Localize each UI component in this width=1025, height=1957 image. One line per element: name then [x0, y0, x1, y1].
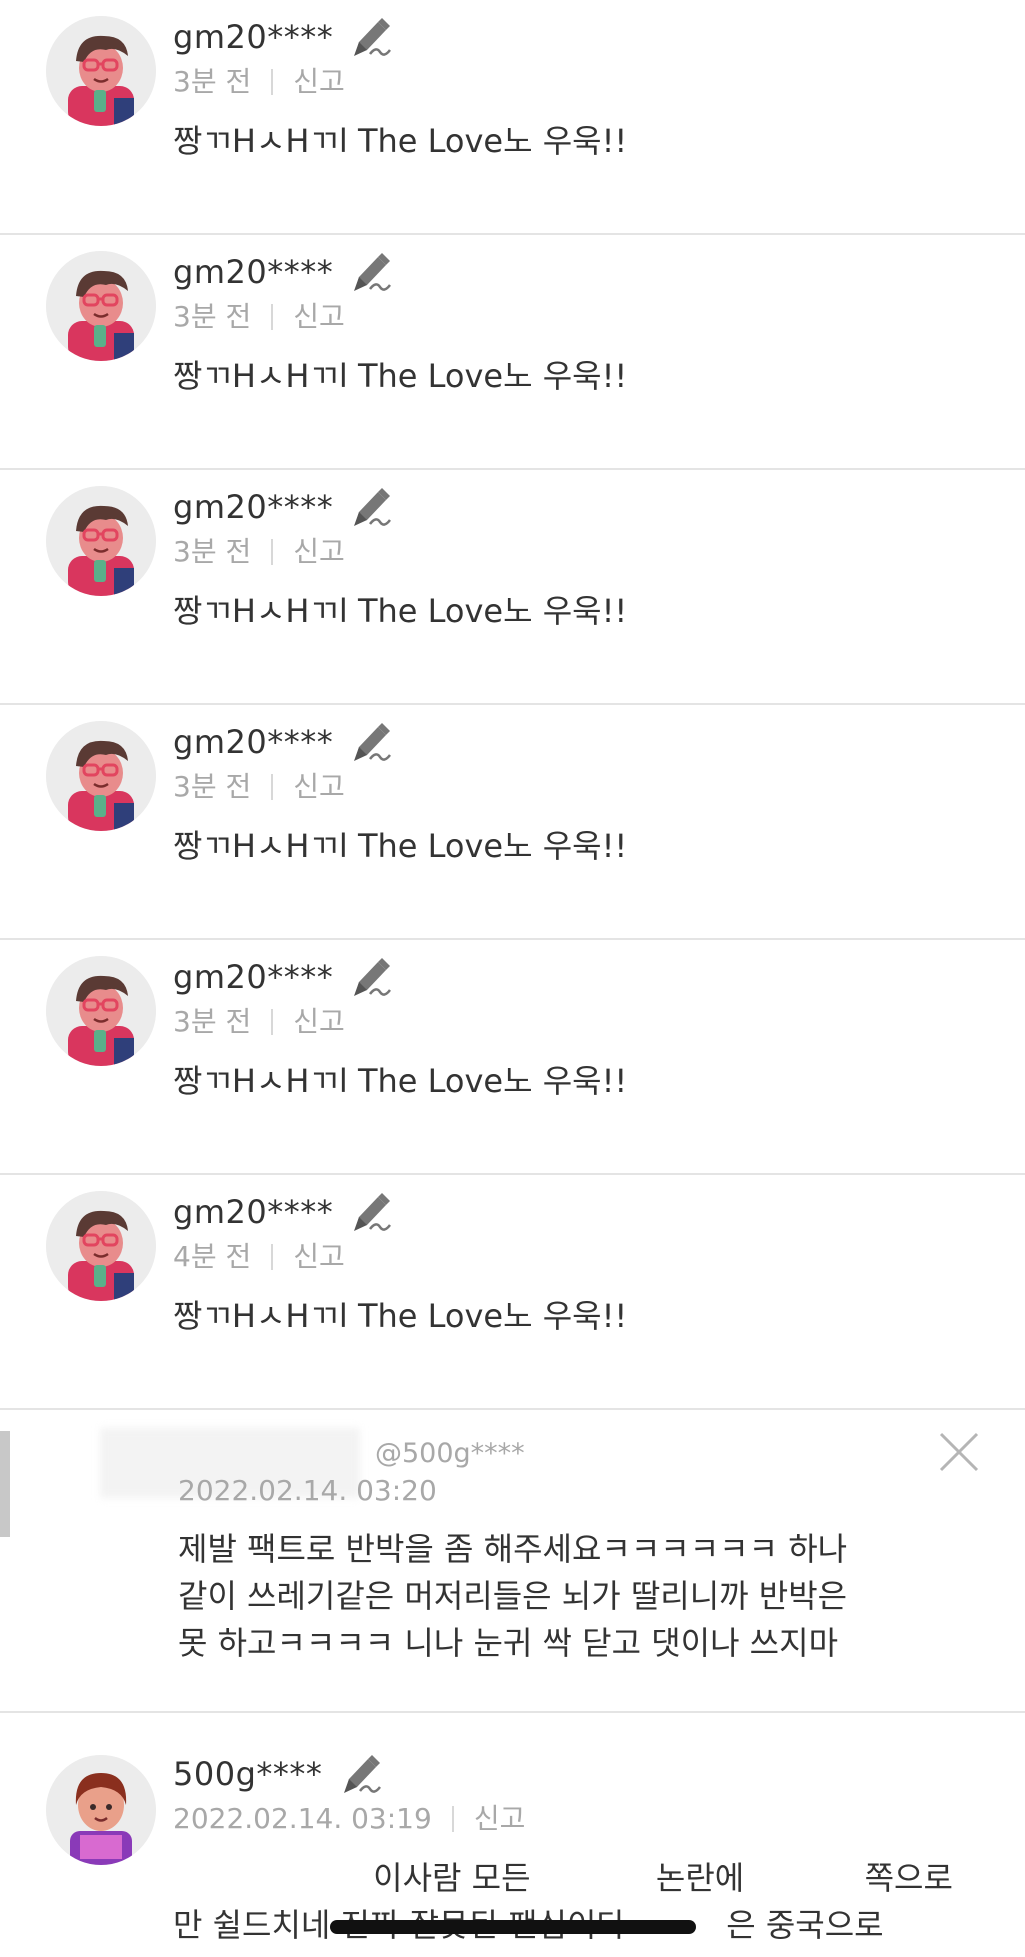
comment-time: 3분 전: [173, 300, 252, 333]
comment-text: 짱ㄲHㅅHㄲl The Love노 우욱!!: [173, 122, 628, 160]
close-icon[interactable]: [935, 1428, 983, 1476]
comment-fragment: 은 중국으로: [726, 1906, 884, 1944]
avatar[interactable]: [46, 251, 156, 361]
pencil-icon: [354, 1193, 391, 1231]
comment-meta: 3분 전 신고: [173, 530, 345, 570]
pencil-icon: [344, 1755, 381, 1793]
reply-card: @500g**** 2022.02.14. 03:20 제발 팩트로 반박을 좀…: [0, 1388, 1025, 1713]
reply-text: 제발 팩트로 반박을 좀 해주세요ㅋㅋㅋㅋㅋㅋ 하나 같이 쓰레기같은 머저리들…: [178, 1526, 978, 1667]
comment-fragment: 만 쉴드치네: [173, 1906, 331, 1944]
comment-username[interactable]: gm20****: [173, 18, 333, 56]
report-link[interactable]: 신고: [293, 1005, 345, 1038]
comment-text: 짱ㄲHㅅHㄲl The Love노 우욱!!: [173, 357, 628, 395]
comment-time: 2022.02.14. 03:19: [173, 1802, 432, 1835]
divider: [271, 774, 274, 800]
divider: [271, 539, 274, 565]
comment-fragment: 이사람 모든: [373, 1859, 531, 1897]
pencil-icon: [354, 253, 391, 291]
comment-item: gm20**** 4분 전 신고 짱ㄲHㅅHㄲl The Love노 우욱!!: [0, 1175, 1025, 1410]
report-link[interactable]: 신고: [293, 65, 345, 98]
comment-time: 3분 전: [173, 1005, 252, 1038]
comment-time: 4분 전: [173, 1240, 252, 1273]
avatar[interactable]: [46, 1191, 156, 1301]
report-link[interactable]: 신고: [293, 770, 345, 803]
comment-meta: 3분 전 신고: [173, 765, 345, 805]
avatar[interactable]: [46, 16, 156, 126]
comment-item: gm20**** 3분 전 신고 짱ㄲHㅅHㄲl The Love노 우욱!!: [0, 705, 1025, 940]
comment-line: 이사람 모든 논란에 쪽으로: [173, 1855, 1003, 1902]
report-link[interactable]: 신고: [293, 300, 345, 333]
avatar[interactable]: [46, 956, 156, 1066]
comment-item: gm20**** 3분 전 신고 짱ㄲHㅅHㄲl The Love노 우욱!!: [0, 0, 1025, 235]
pencil-icon: [354, 488, 391, 526]
redaction-bar: [330, 1920, 696, 1934]
reply-indicator: [0, 1431, 10, 1537]
reply-line: 제발 팩트로 반박을 좀 해주세요ㅋㅋㅋㅋㅋㅋ 하나: [178, 1530, 848, 1568]
comment-text: 짱ㄲHㅅHㄲl The Love노 우욱!!: [173, 827, 628, 865]
report-link[interactable]: 신고: [474, 1802, 526, 1835]
reply-line: 못 하고ㅋㅋㅋㅋ 니나 눈귀 싹 닫고 댓이나 쓰지마: [178, 1624, 839, 1662]
divider: [271, 1009, 274, 1035]
comment-time: 3분 전: [173, 770, 252, 803]
comment-username[interactable]: gm20****: [173, 1193, 333, 1231]
comment-username[interactable]: gm20****: [173, 958, 333, 996]
comment-fragment: 쪽으로: [864, 1859, 953, 1897]
comment-item: gm20**** 3분 전 신고 짱ㄲHㅅHㄲl The Love노 우욱!!: [0, 940, 1025, 1175]
comment-fragment: 논란에: [655, 1859, 745, 1897]
report-link[interactable]: 신고: [293, 535, 345, 568]
comment-item: gm20**** 3분 전 신고 짱ㄲHㅅHㄲl The Love노 우욱!!: [0, 470, 1025, 705]
comment-text: 짱ㄲHㅅHㄲl The Love노 우욱!!: [173, 592, 628, 630]
comment-username[interactable]: gm20****: [173, 723, 333, 761]
comment-time: 3분 전: [173, 65, 252, 98]
comment-meta: 3분 전 신고: [173, 1000, 345, 1040]
comment-item: gm20**** 3분 전 신고 짱ㄲHㅅHㄲl The Love노 우욱!!: [0, 235, 1025, 470]
comment-username[interactable]: gm20****: [173, 253, 333, 291]
pencil-icon: [354, 723, 391, 761]
avatar[interactable]: [46, 486, 156, 596]
comment-meta: 4분 전 신고: [173, 1235, 345, 1275]
divider: [271, 304, 274, 330]
comment-username[interactable]: 500g****: [173, 1755, 322, 1793]
comment-username[interactable]: gm20****: [173, 488, 333, 526]
comment-meta: 3분 전 신고: [173, 60, 345, 100]
reply-mention[interactable]: @500g****: [375, 1438, 525, 1469]
pencil-icon: [354, 958, 391, 996]
comment-text: 짱ㄲHㅅHㄲl The Love노 우욱!!: [173, 1062, 628, 1100]
comment-meta: 3분 전 신고: [173, 295, 345, 335]
comment-time: 3분 전: [173, 535, 252, 568]
pencil-icon: [354, 18, 391, 56]
divider: [271, 69, 274, 95]
report-link[interactable]: 신고: [293, 1240, 345, 1273]
comment-text: 짱ㄲHㅅHㄲl The Love노 우욱!!: [173, 1297, 628, 1335]
divider: [271, 1244, 274, 1270]
avatar[interactable]: [46, 1755, 156, 1865]
reply-line: 같이 쓰레기같은 머저리들은 뇌가 딸리니까 반박은: [178, 1577, 848, 1615]
reply-date: 2022.02.14. 03:20: [178, 1474, 437, 1507]
comment-meta: 2022.02.14. 03:19 신고: [173, 1797, 525, 1837]
avatar[interactable]: [46, 721, 156, 831]
divider: [451, 1806, 454, 1832]
comment-text: 이사람 모든 논란에 쪽으로 만 쉴드치네 진짜 잘못된 팬심이다 은 중국으로: [173, 1855, 1003, 1949]
